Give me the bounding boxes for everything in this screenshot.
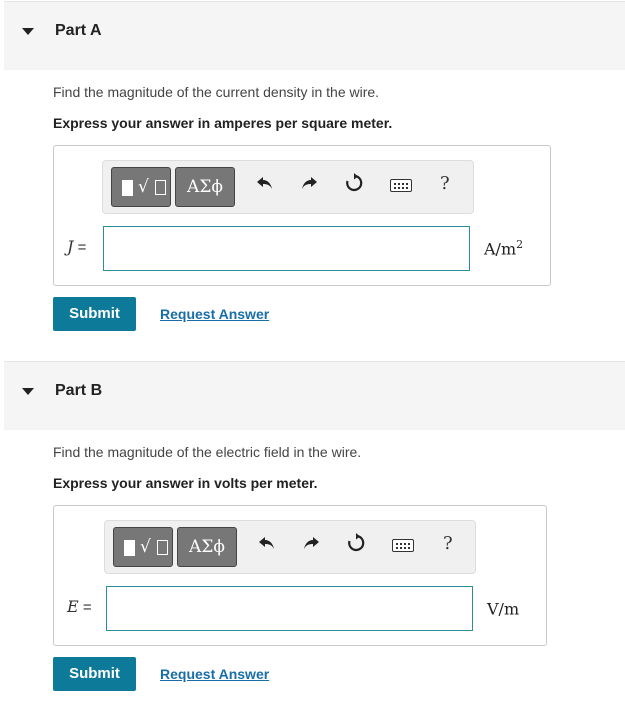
templates-button[interactable]: √ bbox=[111, 167, 171, 207]
reset-icon[interactable] bbox=[342, 173, 366, 197]
undo-icon[interactable] bbox=[255, 533, 279, 557]
math-toolbar: √ ΑΣϕ ? bbox=[104, 520, 476, 574]
unit-exponent: 2 bbox=[516, 238, 524, 251]
undo-icon[interactable] bbox=[253, 173, 277, 197]
template-square-icon bbox=[124, 540, 135, 556]
part-b-variable-label: E = bbox=[67, 597, 92, 616]
part-a-submit-button[interactable]: Submit bbox=[53, 297, 136, 331]
reset-icon[interactable] bbox=[344, 533, 368, 557]
redo-icon[interactable] bbox=[299, 533, 323, 557]
keyboard-icon[interactable] bbox=[392, 539, 414, 552]
collapse-caret-icon[interactable] bbox=[22, 28, 34, 35]
part-a-request-answer-link[interactable]: Request Answer bbox=[160, 306, 269, 322]
part-b-answer-box: √ ΑΣϕ ? E = V/m bbox=[53, 505, 547, 646]
radical-icon: √ bbox=[138, 177, 149, 197]
part-b-submit-button[interactable]: Submit bbox=[53, 657, 136, 691]
symbols-button[interactable]: ΑΣϕ bbox=[175, 167, 235, 207]
part-a-variable-label: J = bbox=[67, 237, 86, 256]
part-b-request-answer-link[interactable]: Request Answer bbox=[160, 666, 269, 682]
part-b-answer-input[interactable] bbox=[106, 586, 473, 631]
part-a-prompt: Find the magnitude of the current densit… bbox=[53, 84, 380, 100]
radical-icon: √ bbox=[140, 537, 151, 557]
part-a-answer-input[interactable] bbox=[103, 226, 470, 271]
keyboard-icon[interactable] bbox=[390, 179, 412, 192]
part-a-header[interactable]: Part A bbox=[4, 1, 625, 70]
unit-text: V/m bbox=[487, 599, 520, 619]
collapse-caret-icon[interactable] bbox=[22, 388, 34, 395]
equals-sign: = bbox=[73, 239, 87, 256]
part-b-header[interactable]: Part B bbox=[4, 361, 625, 430]
part-a-answer-box: √ ΑΣϕ ? J = A/m2 bbox=[53, 145, 551, 286]
part-b-unit: V/m bbox=[487, 598, 519, 618]
part-a-instruction: Express your answer in amperes per squar… bbox=[53, 115, 393, 131]
part-a-unit: A/m2 bbox=[484, 238, 523, 258]
help-icon[interactable]: ? bbox=[440, 173, 450, 194]
part-a-title: Part A bbox=[55, 22, 102, 39]
symbols-button[interactable]: ΑΣϕ bbox=[177, 527, 237, 567]
equals-sign: = bbox=[78, 599, 92, 616]
help-icon[interactable]: ? bbox=[443, 533, 453, 554]
math-toolbar: √ ΑΣϕ ? bbox=[102, 160, 474, 214]
radical-square-icon bbox=[157, 540, 168, 555]
part-b-title: Part B bbox=[55, 382, 103, 399]
part-b-instruction: Express your answer in volts per meter. bbox=[53, 475, 318, 491]
redo-icon[interactable] bbox=[297, 173, 321, 197]
part-b-prompt: Find the magnitude of the electric field… bbox=[53, 444, 362, 460]
templates-button[interactable]: √ bbox=[113, 527, 173, 567]
variable-symbol: E bbox=[67, 597, 79, 616]
unit-text: A/m bbox=[484, 239, 517, 259]
template-square-icon bbox=[122, 180, 133, 196]
radical-square-icon bbox=[155, 180, 166, 195]
